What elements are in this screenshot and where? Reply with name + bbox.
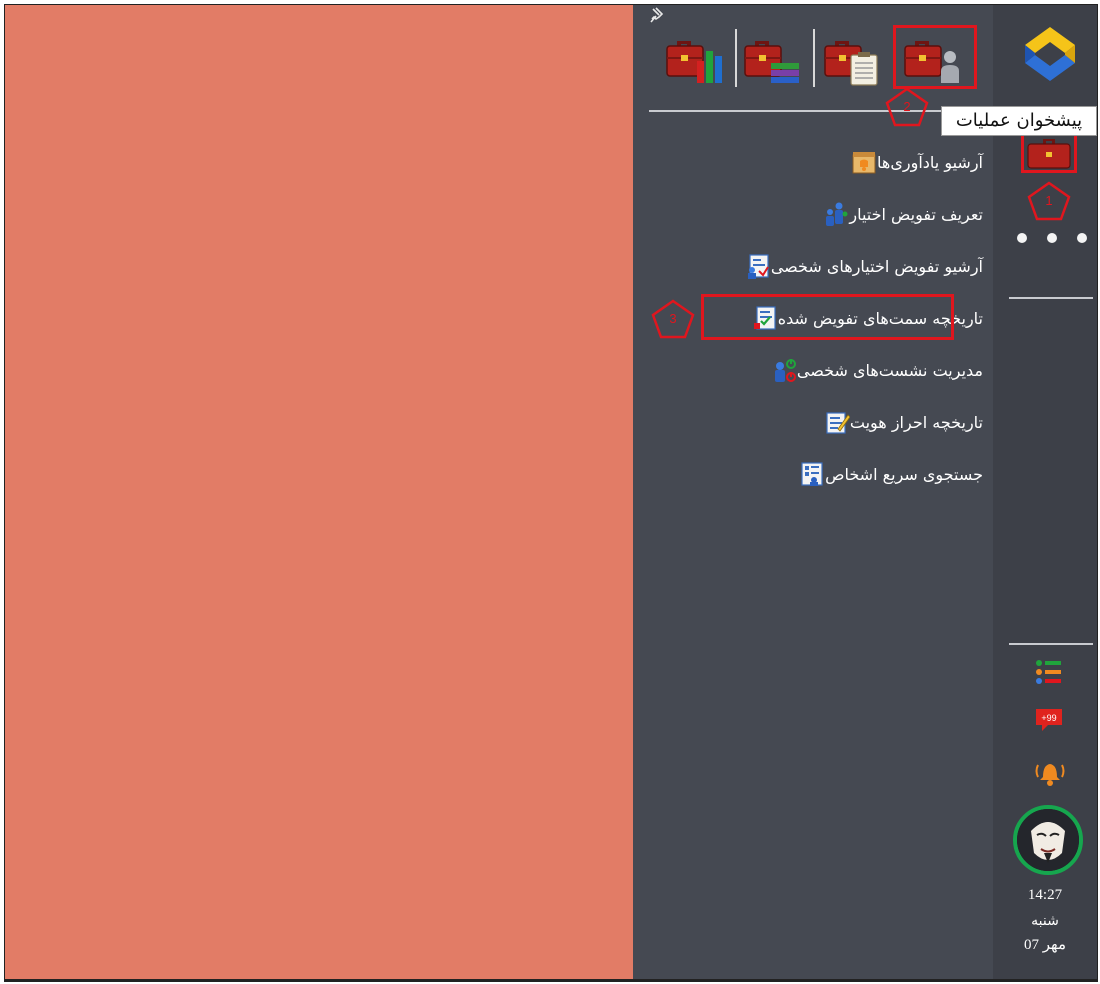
briefcase-icon — [1027, 139, 1071, 169]
task-list-icon[interactable] — [1033, 657, 1067, 687]
menu-item-session-management[interactable]: مدیریت نشست‌های شخصی — [765, 355, 983, 385]
callout-badge-1: 1 — [1027, 181, 1071, 221]
callout-box-3 — [701, 294, 954, 340]
menu-item-label: تاریخچه احراز هویت — [849, 412, 983, 432]
callout-badge-3: 3 — [651, 299, 695, 339]
app-logo[interactable] — [1019, 23, 1081, 85]
menu-item-label: آرشیو تفویض اختیارهای شخصی — [770, 256, 983, 276]
rail-divider — [1009, 297, 1093, 299]
menu-item-label: تعریف تفویض اختیار — [849, 204, 983, 224]
reports-dashboard-button[interactable] — [663, 27, 725, 87]
catalog-button[interactable] — [741, 27, 803, 87]
menu-item-authentication-history[interactable]: تاریخچه احراز هویت — [818, 407, 983, 437]
weekday: شنبه — [1031, 913, 1059, 929]
notifications-bell-icon[interactable] — [1033, 755, 1067, 786]
operations-dashboard-button[interactable] — [1021, 133, 1077, 173]
more-options-icon[interactable] — [1017, 233, 1087, 249]
reminder-archive-icon — [851, 149, 877, 175]
menu-item-delegation-definition[interactable]: تعریف تفویض اختیار — [817, 199, 983, 229]
date-label: 07 مهر — [1024, 937, 1066, 953]
authentication-history-icon — [824, 409, 851, 435]
callout-number: 3 — [669, 311, 677, 326]
menu-item-label: آرشیو یادآوری‌ها — [877, 152, 983, 172]
menu-item-label: مدیریت نشست‌های شخصی — [796, 360, 983, 380]
callout-box-2 — [893, 25, 977, 89]
side-rail: 1 +99 14:27 شنبه 07 مهر — [993, 5, 1097, 979]
briefcase-layers-icon — [744, 41, 799, 83]
pin-icon[interactable] — [649, 7, 667, 25]
app-window: آرشیو یادآوری‌ها تعریف تفویض اختیار — [4, 4, 1098, 982]
briefcase-chart-icon — [666, 41, 722, 83]
quick-person-search-icon — [799, 461, 825, 487]
rail-divider — [1009, 643, 1093, 645]
clock-time: 14:27 — [1027, 887, 1063, 903]
callout-number: 2 — [903, 99, 911, 114]
menu-item-reminder-archive[interactable]: آرشیو یادآوری‌ها — [845, 147, 983, 177]
menu-item-label: جستجوی سریع اشخاص — [825, 464, 983, 484]
messages-icon[interactable]: +99 — [1033, 705, 1067, 735]
user-avatar[interactable] — [1013, 805, 1083, 875]
delegation-archive-icon — [745, 253, 771, 279]
menu-panel: آرشیو یادآوری‌ها تعریف تفویض اختیار — [633, 5, 993, 979]
menu-item-delegation-archive[interactable]: آرشیو تفویض اختیارهای شخصی — [739, 251, 983, 281]
session-management-icon — [771, 357, 797, 383]
message-count-badge: +99 — [1041, 713, 1056, 723]
main-content-area — [5, 5, 633, 979]
user-avatar-image — [1017, 809, 1079, 871]
briefcase-clipboard-icon — [824, 41, 878, 86]
operations-dashboard-tooltip: پیشخوان عملیات — [941, 106, 1097, 136]
tasks-button[interactable] — [821, 27, 883, 87]
delegation-definition-icon — [823, 201, 849, 227]
panel-divider — [649, 110, 989, 112]
callout-badge-2: 2 — [885, 87, 929, 127]
menu-item-quick-person-search[interactable]: جستجوی سریع اشخاص — [793, 459, 983, 489]
callout-number: 1 — [1045, 193, 1053, 208]
logo-icon — [1025, 27, 1075, 81]
